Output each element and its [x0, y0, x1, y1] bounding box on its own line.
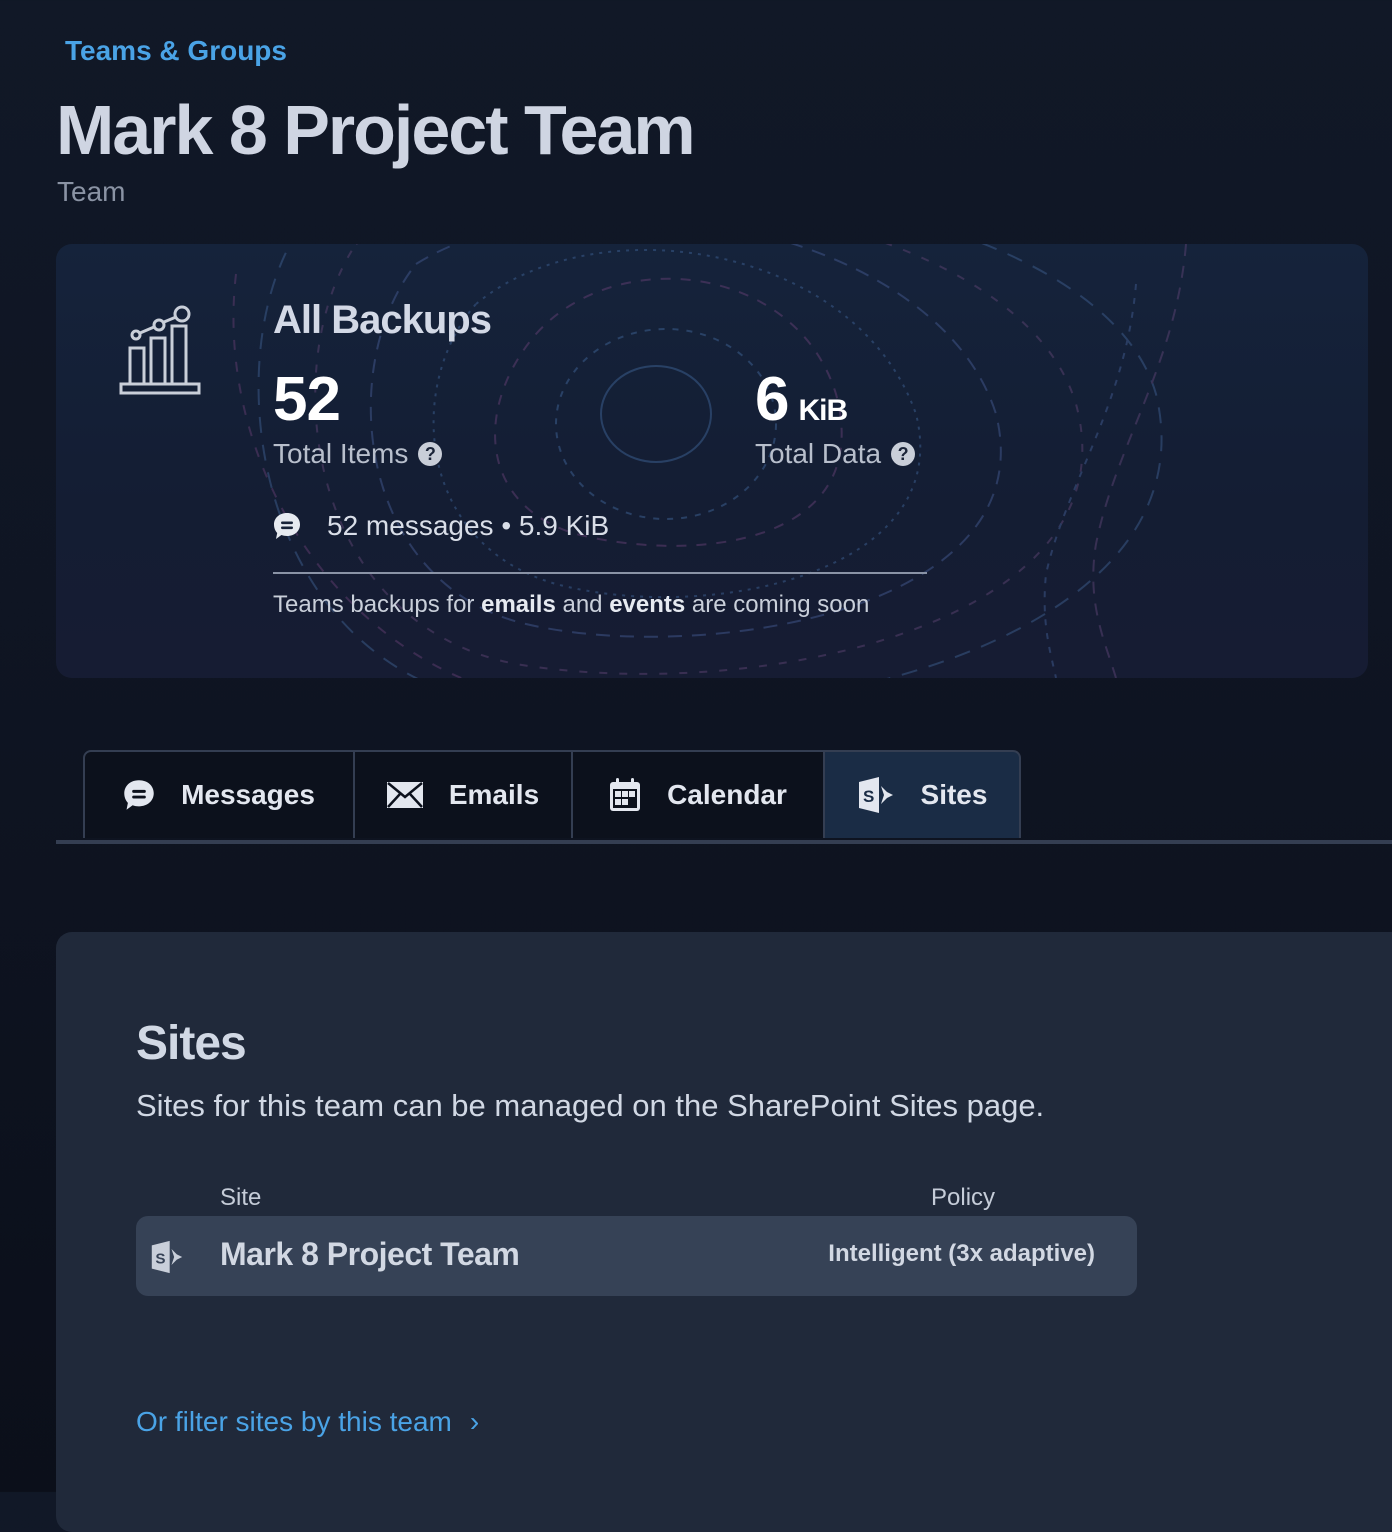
backup-summary-card: All Backups 52 Total Items ? 6 KiB Total …: [56, 244, 1368, 678]
total-data-label-text: Total Data: [755, 438, 882, 469]
sharepoint-icon: S: [857, 776, 895, 814]
column-header-policy: Policy: [931, 1184, 996, 1211]
svg-text:S: S: [863, 787, 874, 806]
filter-sites-link-text: Or filter sites by this team: [136, 1406, 452, 1437]
page-subtitle: Team: [57, 176, 126, 207]
filter-sites-link[interactable]: Or filter sites by this team ›: [136, 1406, 479, 1438]
tab-underline: [56, 840, 1392, 844]
messages-summary-text: 52 messages • 5.9 KiB: [327, 510, 610, 541]
svg-text:S: S: [155, 1250, 165, 1267]
tab-sites[interactable]: S Sites: [823, 750, 1021, 838]
site-policy: Intelligent (3x adaptive): [828, 1240, 1095, 1267]
sites-title: Sites: [136, 1017, 247, 1070]
chat-bubble-icon: [123, 778, 155, 812]
chat-bubble-icon: [274, 513, 300, 539]
chevron-right-icon: ›: [469, 1406, 480, 1437]
note-text: and: [555, 591, 610, 618]
tab-label: Emails: [448, 779, 540, 810]
tab-label: Messages: [181, 779, 315, 810]
messages-summary: 52 messages • 5.9 KiB: [273, 510, 609, 542]
total-items-label-text: Total Items: [273, 438, 409, 469]
page-title: Mark 8 Project Team: [56, 91, 696, 169]
total-items-label: Total Items ?: [273, 438, 443, 470]
column-header-site: Site: [220, 1184, 262, 1211]
tab-emails[interactable]: Emails: [353, 750, 571, 838]
tab-bar: Messages Emails Calendar S Sites: [83, 750, 1021, 840]
backup-title: All Backups: [273, 298, 492, 342]
breadcrumb-teams-groups[interactable]: Teams & Groups: [65, 35, 287, 67]
tab-label: Sites: [920, 779, 988, 810]
sites-description: Sites for this team can be managed on th…: [136, 1088, 1045, 1123]
help-icon[interactable]: ?: [891, 442, 916, 466]
total-data-unit: KiB: [798, 394, 848, 427]
note-text: Teams backups for: [273, 591, 482, 618]
table-row[interactable]: S Mark 8 Project Team Intelligent (3x ad…: [136, 1216, 1137, 1296]
total-data-label: Total Data ?: [755, 438, 916, 470]
note-text: are coming soon: [685, 591, 870, 618]
divider: [273, 572, 927, 574]
tab-messages[interactable]: Messages: [83, 750, 353, 838]
tab-calendar[interactable]: Calendar: [571, 750, 823, 838]
note-events: events: [609, 591, 686, 618]
help-icon[interactable]: ?: [418, 442, 443, 466]
coming-soon-note: Teams backups for emails and events are …: [273, 591, 869, 619]
sharepoint-icon: S: [150, 1240, 184, 1279]
sites-panel: Sites Sites for this team can be managed…: [56, 932, 1392, 1532]
site-name: Mark 8 Project Team: [220, 1236, 520, 1272]
total-data-number: 6: [755, 365, 789, 434]
total-data-value: 6 KiB: [755, 364, 848, 435]
calendar-icon: [609, 778, 641, 812]
note-emails: emails: [481, 591, 556, 618]
total-items-value: 52: [273, 365, 341, 434]
tab-label: Calendar: [667, 779, 787, 810]
chart-growth-icon: [119, 305, 201, 395]
envelope-icon: [386, 782, 423, 808]
